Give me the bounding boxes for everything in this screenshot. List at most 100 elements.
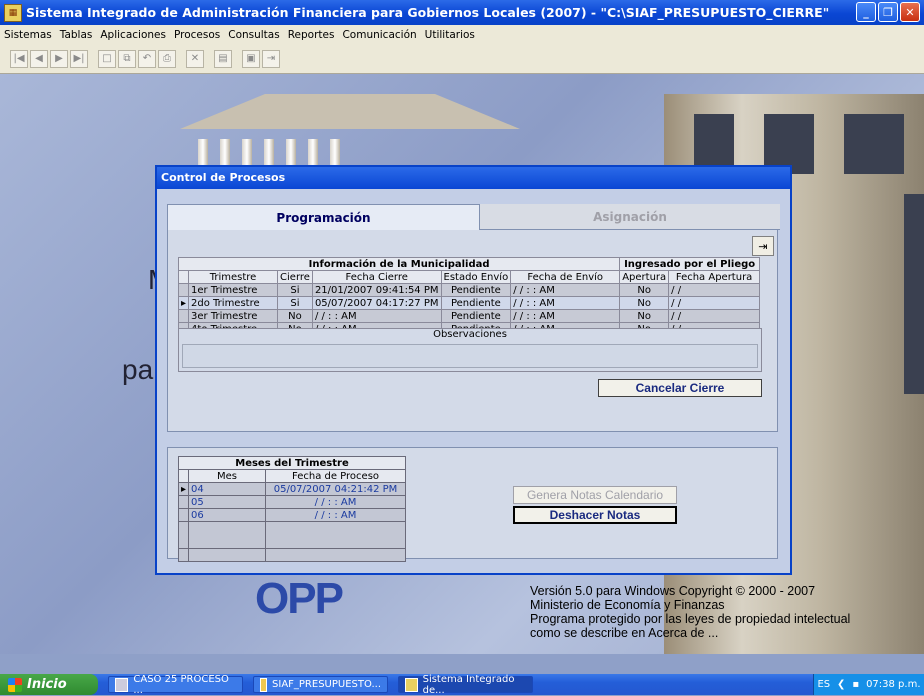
menu-consultas[interactable]: Consultas	[224, 29, 283, 41]
cell-trimestre[interactable]: 1er Trimestre	[188, 283, 279, 297]
app-icon	[405, 677, 418, 692]
cell-fecha-envio[interactable]: / / : : AM	[510, 309, 621, 323]
cell-fecha-proceso[interactable]: 05/07/2007 04:21:42 PM	[265, 482, 406, 496]
cell-fecha-proceso[interactable]: / / : : AM	[265, 495, 406, 509]
table-row[interactable]: 1er Trimestre Si 21/01/2007 09:41:54 PM …	[177, 283, 760, 297]
close-icon[interactable]: ✕	[900, 2, 920, 22]
undo-icon[interactable]: ↶	[138, 49, 156, 68]
cell-fecha-envio[interactable]: / / : : AM	[510, 296, 621, 310]
row-pointer-icon: ▸	[177, 296, 190, 310]
menu-utilitarios[interactable]: Utilitarios	[421, 29, 479, 41]
print-icon[interactable]: ⎙	[158, 49, 176, 68]
cell-fecha-proceso[interactable]: / / : : AM	[265, 508, 406, 522]
menu-aplicaciones[interactable]: Aplicaciones	[96, 29, 170, 41]
menu-procesos[interactable]: Procesos	[170, 29, 224, 41]
version-line: como se describe en Acerca de ...	[530, 626, 719, 640]
taskbar: Inicio CASO 25 PROCESO ... SIAF_PRESUPUE…	[0, 673, 924, 696]
cell-trimestre[interactable]: 2do Trimestre	[188, 296, 279, 310]
minimize-icon[interactable]: _	[856, 2, 876, 22]
table-row[interactable]: ▸ 2do Trimestre Si 05/07/2007 04:17:27 P…	[177, 296, 760, 310]
back-arrow-icon[interactable]: ❮	[837, 679, 845, 690]
cell-estado-envio[interactable]: Pendiente	[440, 296, 512, 310]
row-indicator-header	[177, 270, 190, 284]
copy-icon[interactable]: ⧉	[118, 49, 136, 68]
column-header: Fecha Cierre	[311, 270, 442, 284]
cell-fecha-cierre[interactable]: / / : : AM	[311, 309, 442, 323]
system-tray: ES ❮ ▪ 07:38 p.m.	[813, 674, 924, 695]
table-row[interactable]: 05 / / : : AM	[177, 495, 406, 509]
cell-cierre[interactable]: No	[277, 309, 313, 323]
exit-icon[interactable]: ⇥	[262, 49, 280, 68]
cell-apertura[interactable]: No	[619, 296, 670, 310]
version-line: Ministerio de Economía y Finanzas	[530, 598, 725, 612]
meses-title: Meses del Trimestre	[178, 456, 406, 470]
cell-estado-envio[interactable]: Pendiente	[440, 283, 512, 297]
cell-fecha-apertura[interactable]: / /	[668, 283, 760, 297]
network-icon[interactable]: ▪	[852, 679, 859, 690]
cancelar-cierre-button[interactable]: Cancelar Cierre	[598, 379, 762, 397]
start-button[interactable]: Inicio	[0, 674, 98, 695]
window-controls: _ ❐ ✕	[856, 2, 920, 22]
observaciones-label: Observaciones	[433, 329, 507, 340]
word-document-icon	[115, 677, 129, 692]
window-title-bar[interactable]: ▦ Sistema Integrado de Administración Fi…	[0, 0, 924, 25]
new-icon[interactable]: □	[98, 49, 116, 68]
row-indicator	[177, 309, 190, 323]
table-row[interactable]: 06 / / : : AM	[177, 508, 406, 522]
delete-icon[interactable]: ✕	[186, 49, 204, 68]
cell-mes[interactable]: 05	[188, 495, 267, 509]
taskbar-item-label: CASO 25 PROCESO ...	[133, 673, 229, 696]
row-pointer-icon: ▸	[177, 482, 190, 496]
cell-apertura[interactable]: No	[619, 309, 670, 323]
table-row[interactable]: ▸ 04 05/07/2007 04:21:42 PM	[177, 482, 406, 496]
group-header-municipalidad: Información de la Municipalidad	[177, 257, 621, 271]
version-line: Programa protegido por las leyes de prop…	[530, 612, 851, 626]
cell-fecha-envio[interactable]: / / : : AM	[510, 283, 621, 297]
control-procesos-dialog: Control de Procesos Programación Asignac…	[155, 165, 792, 575]
cell-estado-envio[interactable]: Pendiente	[440, 309, 512, 323]
tab-programacion[interactable]: Programación	[167, 204, 480, 230]
observaciones-field[interactable]	[182, 344, 758, 368]
cell-fecha-cierre[interactable]: 21/01/2007 09:41:54 PM	[311, 283, 442, 297]
cell-fecha-apertura[interactable]: / /	[668, 296, 760, 310]
tab-asignacion[interactable]: Asignación	[480, 204, 780, 230]
group-header-pliego: Ingresado por el Pliego	[619, 257, 760, 271]
column-header: Cierre	[277, 270, 313, 284]
deshacer-notas-button[interactable]: Deshacer Notas	[513, 506, 677, 524]
taskbar-item[interactable]: SIAF_PRESUPUESTO...	[253, 676, 388, 693]
cell-mes[interactable]: 06	[188, 508, 267, 522]
genera-notas-calendario-button[interactable]: Genera Notas Calendario	[513, 486, 677, 504]
cell-mes[interactable]: 04	[188, 482, 267, 496]
cell-cierre[interactable]: Si	[277, 296, 313, 310]
cell-fecha-cierre[interactable]: 05/07/2007 04:17:27 PM	[311, 296, 442, 310]
table-row[interactable]: 3er Trimestre No / / : : AM Pendiente / …	[177, 309, 760, 323]
language-indicator[interactable]: ES	[817, 679, 830, 690]
taskbar-item[interactable]: CASO 25 PROCESO ...	[108, 673, 243, 696]
edit-icon[interactable]: ▤	[214, 49, 232, 68]
cell-apertura[interactable]: No	[619, 283, 670, 297]
opp-logo: OPP	[255, 574, 344, 623]
cell-cierre[interactable]: Si	[277, 283, 313, 297]
taskbar-item[interactable]: Sistema Integrado de...	[398, 674, 533, 696]
exit-icon[interactable]: ⇥	[752, 236, 774, 256]
menu-reportes[interactable]: Reportes	[284, 29, 339, 41]
first-icon[interactable]: |◀	[10, 49, 28, 68]
prev-icon[interactable]: ◀	[30, 49, 48, 68]
version-line: Versión 5.0 para Windows Copyright © 200…	[530, 584, 816, 598]
toolbar: |◀ ◀ ▶ ▶| □ ⧉ ↶ ⎙ ✕ ▤ ▣ ⇥	[0, 44, 924, 74]
menu-comunicacion[interactable]: Comunicación	[338, 29, 420, 41]
cell-fecha-apertura[interactable]: / /	[668, 309, 760, 323]
menu-bar: Sistemas Tablas Aplicaciones Procesos Co…	[0, 25, 924, 44]
column-header: Fecha Apertura	[668, 270, 760, 284]
restore-icon[interactable]: ❐	[878, 2, 898, 22]
windows-flag-icon	[8, 677, 22, 692]
menu-sistemas[interactable]: Sistemas	[0, 29, 56, 41]
last-icon[interactable]: ▶|	[70, 49, 88, 68]
clock: 07:38 p.m.	[866, 679, 921, 690]
save-icon[interactable]: ▣	[242, 49, 260, 68]
next-icon[interactable]: ▶	[50, 49, 68, 68]
menu-tablas[interactable]: Tablas	[56, 29, 97, 41]
cell-trimestre[interactable]: 3er Trimestre	[188, 309, 279, 323]
dialog-title[interactable]: Control de Procesos	[157, 167, 790, 189]
column-header: Mes	[188, 469, 267, 483]
